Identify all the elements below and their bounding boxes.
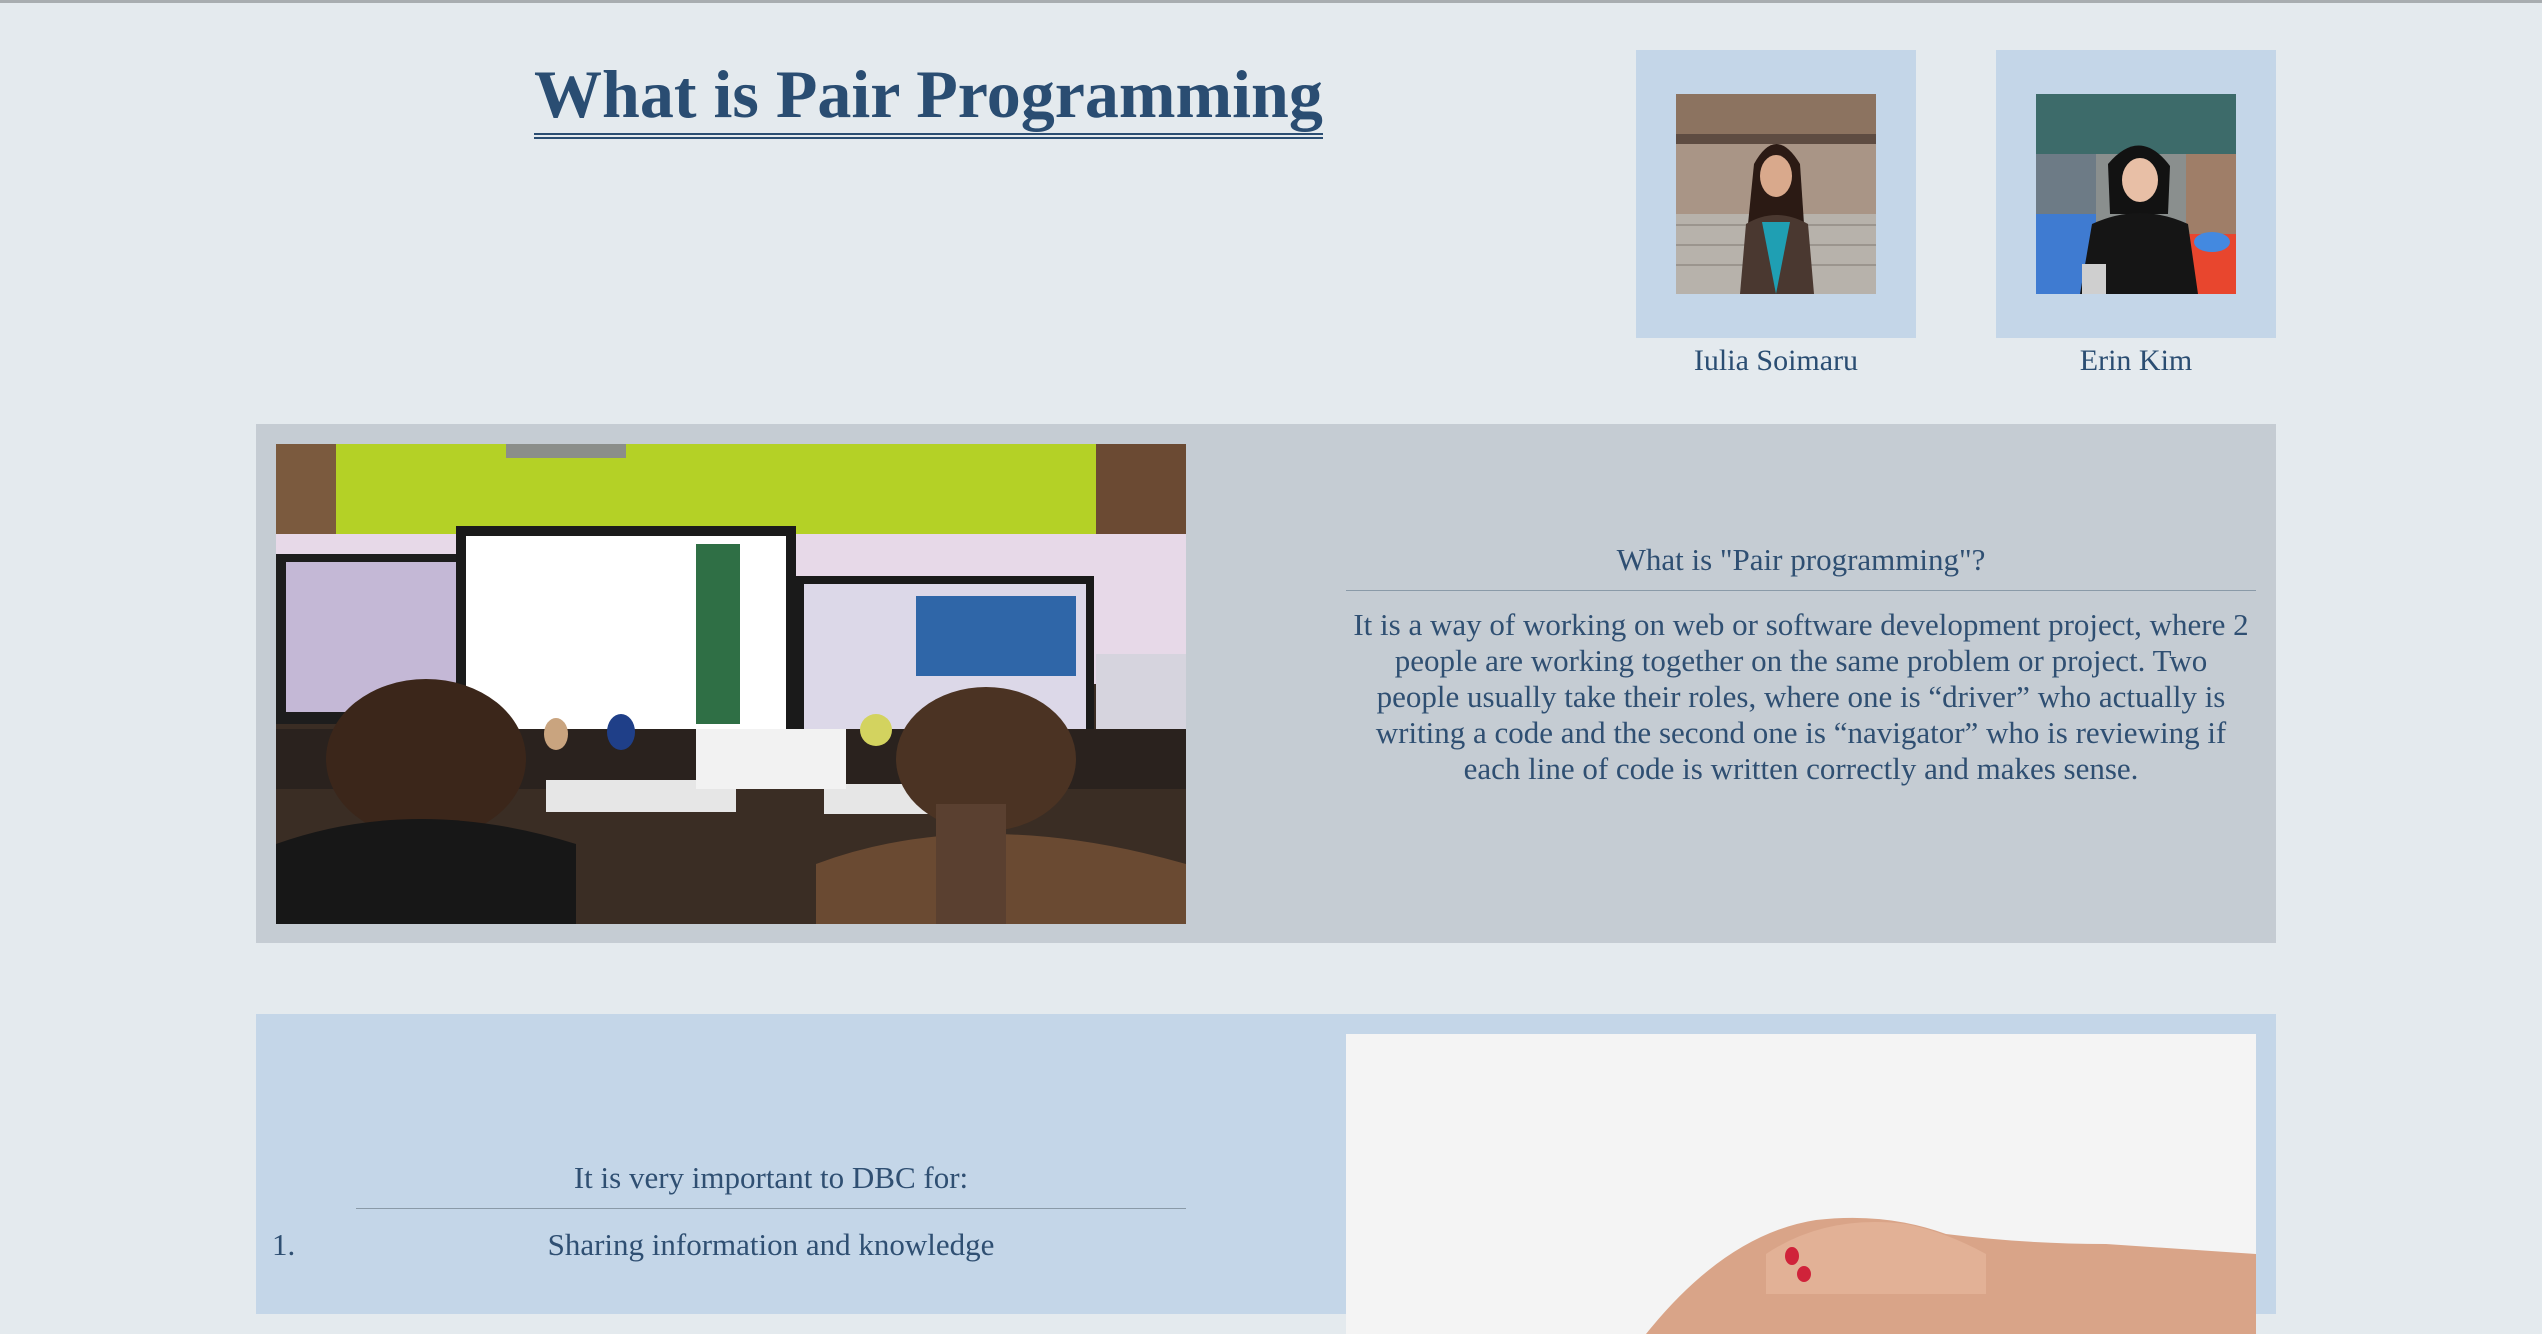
pair-programming-photo: [276, 444, 1186, 924]
list-item-number: 1.: [272, 1227, 296, 1262]
importance-heading: It is very important to DBC for:: [356, 1160, 1186, 1209]
profile-name: Iulia Soimaru: [1693, 344, 1859, 377]
top-border: [0, 0, 2542, 3]
intro-text-block: What is "Pair programming"? It is a way …: [1346, 542, 2256, 787]
importance-section: It is very important to DBC for: 1. Shar…: [256, 1014, 2276, 1334]
intro-question: What is "Pair programming"?: [1346, 542, 2256, 591]
importance-text-block: It is very important to DBC for: 1. Shar…: [272, 1160, 1186, 1263]
profile-photo-iulia: [1676, 94, 1876, 294]
profile-name: Erin Kim: [2079, 344, 2193, 377]
list-item-text: Sharing information and knowledge: [547, 1227, 995, 1262]
handshake-photo: [1346, 1034, 2256, 1334]
profile-photo-frame: [1996, 50, 2276, 338]
list-item: 1. Sharing information and knowledge: [272, 1227, 1186, 1263]
profile-photo-erin: [2036, 94, 2236, 294]
intro-section: What is "Pair programming"? It is a way …: [256, 424, 2276, 943]
page-title: What is Pair Programming: [534, 57, 1323, 140]
importance-list: 1. Sharing information and knowledge: [272, 1227, 1186, 1263]
profile-photo-frame: [1636, 50, 1916, 338]
profile-card-erin: Erin Kim: [1996, 50, 2276, 378]
intro-body: It is a way of working on web or softwar…: [1353, 607, 2249, 786]
profile-card-iulia: Iulia Soimaru: [1636, 50, 1916, 378]
